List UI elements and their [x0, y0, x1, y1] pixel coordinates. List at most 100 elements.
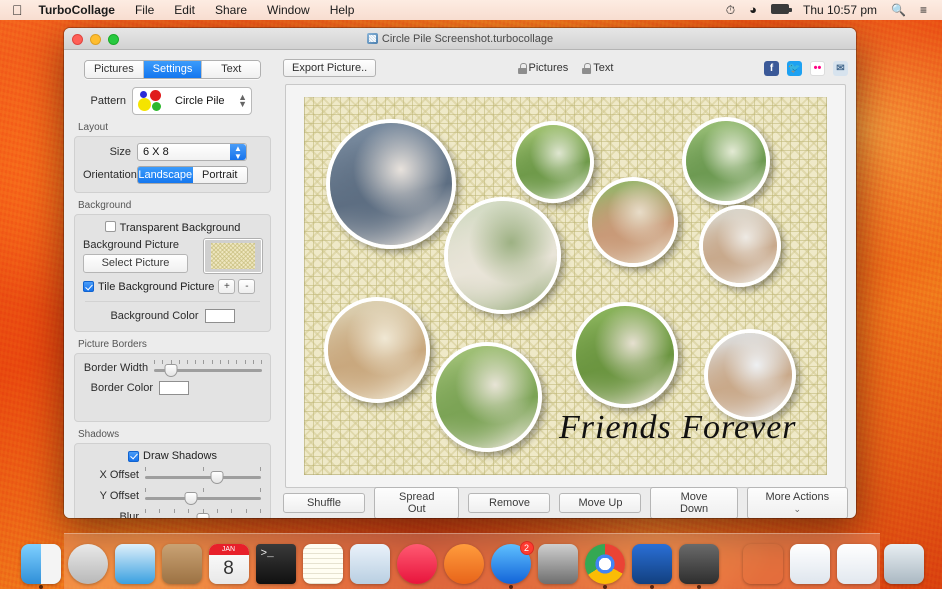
calendar-icon[interactable]: JAN 8 [208, 544, 249, 584]
photo-image [328, 301, 426, 399]
border-color-swatch[interactable] [159, 381, 189, 395]
trash-icon[interactable] [883, 544, 924, 584]
xcode-icon[interactable] [631, 544, 672, 589]
tile-background-label: Tile Background Picture [98, 280, 215, 293]
zoom-button[interactable] [108, 34, 119, 45]
photo-couple-embrace-white[interactable] [444, 197, 561, 314]
close-button[interactable] [72, 34, 83, 45]
orientation-portrait[interactable]: Portrait [192, 167, 247, 183]
tab-text[interactable]: Text [202, 61, 260, 78]
transparent-background-checkbox[interactable]: Transparent Background [104, 221, 240, 234]
collage-canvas[interactable]: Friends Forever [285, 84, 846, 488]
menu-app-name[interactable]: TurboCollage [31, 0, 125, 20]
background-color-swatch[interactable] [204, 309, 235, 323]
more-actions-button[interactable]: More Actions [746, 487, 848, 518]
itunes-icon[interactable] [396, 544, 437, 584]
email-share-icon[interactable]: ✉ [833, 60, 848, 76]
move-down-button[interactable]: Move Down [650, 487, 738, 518]
photo-couple-studio[interactable] [326, 119, 456, 249]
menu-item-share[interactable]: Share [205, 0, 257, 20]
web-document-icon[interactable] [836, 544, 877, 584]
running-indicator [508, 585, 513, 589]
tile-plus-button[interactable]: + [218, 279, 236, 294]
apple-logo-icon[interactable]:  [8, 1, 31, 19]
photo-couple-trees[interactable] [682, 117, 770, 205]
chrome-icon[interactable] [584, 544, 625, 589]
slider-knob[interactable] [196, 513, 210, 518]
dock: JAN 8 >_ 2 [20, 533, 924, 589]
tab-settings[interactable]: Settings [143, 61, 203, 78]
slider-knob[interactable] [184, 492, 198, 505]
notification-center-icon[interactable]: ≡ [913, 0, 934, 20]
preview-icon[interactable] [678, 544, 719, 589]
flickr-icon[interactable]: •• [810, 60, 825, 76]
x-offset-slider[interactable] [145, 467, 261, 484]
shuffle-button[interactable]: Shuffle [283, 493, 365, 513]
lock-text-toggle[interactable]: Text [582, 62, 613, 74]
blur-label: Blur [119, 511, 139, 518]
menu-item-help[interactable]: Help [320, 0, 365, 20]
checkbox-checked-icon[interactable] [128, 450, 139, 462]
collage-artboard[interactable]: Friends Forever [304, 97, 827, 475]
size-select[interactable]: 6 X 8 ▲ ▼ [137, 143, 247, 161]
menubar-clock[interactable]: Thu 10:57 pm [796, 0, 884, 20]
border-width-slider[interactable] [154, 360, 262, 377]
move-up-button[interactable]: Move Up [559, 493, 642, 513]
minimize-button[interactable] [90, 34, 101, 45]
slider-knob[interactable] [164, 364, 178, 377]
slider-knob[interactable] [210, 471, 224, 484]
settings-panel: Pictures Settings Text Pattern Circle Pi… [64, 50, 279, 518]
menu-item-file[interactable]: File [125, 0, 164, 20]
size-value: 6 X 8 [143, 146, 169, 158]
checkbox-icon[interactable] [104, 221, 116, 232]
photo-couple-sitting-grass[interactable] [572, 302, 678, 408]
lock-text-label: Text [593, 62, 614, 74]
stepper-icon[interactable]: ▲ ▼ [238, 93, 247, 109]
collage-caption[interactable]: Friends Forever [559, 409, 797, 447]
finder-icon[interactable] [20, 544, 61, 589]
appstore-icon[interactable]: 2 [490, 541, 534, 589]
tile-minus-button[interactable]: - [238, 279, 256, 294]
notes-icon[interactable] [302, 544, 343, 584]
pattern-select[interactable]: Circle Pile ▲ ▼ [132, 87, 252, 115]
select-picture-button[interactable]: Select Picture [83, 254, 188, 273]
photo-couple-hug-park[interactable] [432, 342, 542, 452]
tab-pictures[interactable]: Pictures [85, 61, 144, 78]
photo-couple-piggyback[interactable] [704, 329, 796, 421]
export-picture-button[interactable]: Export Picture.. [283, 59, 377, 77]
launchpad-icon[interactable] [67, 544, 108, 584]
blur-slider[interactable] [145, 509, 261, 518]
photo-picnic-park[interactable] [512, 121, 594, 203]
checkbox-checked-icon[interactable] [83, 281, 94, 292]
chevron-updown-icon[interactable]: ▲ ▼ [230, 144, 246, 161]
system-preferences-icon[interactable] [537, 544, 578, 584]
window-title-bar[interactable]: Circle Pile Screenshot.turbocollage [64, 28, 856, 50]
menu-item-edit[interactable]: Edit [164, 0, 205, 20]
remove-button[interactable]: Remove [468, 493, 551, 513]
clock-icon[interactable]: ⏱ [719, 0, 742, 20]
ibooks-icon[interactable] [443, 544, 484, 584]
lock-pictures-toggle[interactable]: Pictures [517, 62, 568, 74]
photo-couple-window[interactable] [699, 205, 781, 287]
draw-shadows-checkbox[interactable]: Draw Shadows [128, 450, 217, 462]
y-offset-slider[interactable] [145, 488, 261, 505]
battery-icon[interactable] [764, 0, 796, 20]
document-stack-icon[interactable] [789, 544, 830, 584]
contacts-icon[interactable] [161, 544, 202, 584]
menu-item-window[interactable]: Window [257, 0, 320, 20]
photo-couple-grass[interactable] [588, 177, 678, 267]
orientation-landscape[interactable]: Landscape [138, 167, 193, 183]
spread-out-button[interactable]: Spread Out [374, 487, 460, 518]
tile-background-checkbox[interactable]: Tile Background Picture [83, 281, 214, 293]
photo-couple-laughing[interactable] [324, 297, 430, 403]
orientation-segmented: Landscape Portrait [137, 166, 248, 184]
facebook-icon[interactable]: f [764, 60, 779, 76]
terminal-icon[interactable]: >_ [255, 544, 296, 584]
wifi-icon[interactable]: ◕ [742, 0, 764, 20]
photos-icon[interactable] [349, 544, 390, 584]
safari-icon[interactable] [114, 544, 155, 584]
downloads-stack-icon[interactable] [743, 544, 783, 584]
twitter-icon[interactable]: 🐦 [787, 60, 802, 76]
search-icon[interactable]: 🔍 [884, 0, 913, 20]
background-picture-thumbnail[interactable] [204, 239, 262, 273]
